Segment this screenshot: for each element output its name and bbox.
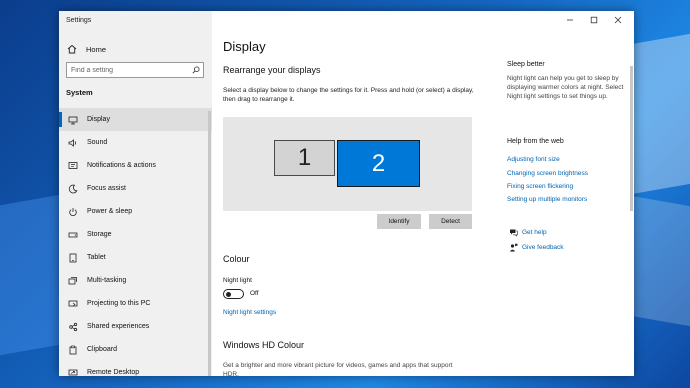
sidebar-item-label: Multi-tasking — [87, 277, 127, 284]
main-content: Display Rearrange your displays Select a… — [212, 11, 634, 376]
multitasking-icon — [67, 276, 79, 286]
search-icon[interactable] — [189, 66, 203, 74]
power-icon — [67, 207, 79, 217]
feedback-person-icon — [507, 243, 519, 252]
notifications-icon — [67, 161, 79, 171]
home-icon — [66, 44, 78, 54]
help-link-brightness[interactable]: Changing screen brightness — [507, 170, 588, 177]
sidebar-item-label: Sound — [87, 139, 108, 146]
night-light-toggle[interactable] — [223, 289, 244, 299]
sidebar-item-label: Shared experiences — [87, 323, 150, 330]
night-light-settings-link[interactable]: Night light settings — [223, 309, 276, 316]
sidebar-item-shared-experiences[interactable]: Shared experiences — [59, 315, 212, 338]
maximize-button[interactable] — [582, 13, 606, 27]
page-title: Display — [223, 39, 266, 54]
hd-colour-description: Get a brighter and more vibrant picture … — [223, 362, 453, 376]
help-link-font-size[interactable]: Adjusting font size — [507, 156, 560, 163]
sidebar-item-projecting[interactable]: Projecting to this PC — [59, 292, 212, 315]
sidebar-item-clipboard[interactable]: Clipboard — [59, 338, 212, 361]
remote-desktop-icon — [67, 368, 79, 377]
projector-icon — [67, 299, 79, 309]
display-icon — [67, 115, 79, 125]
colour-heading: Colour — [223, 254, 250, 264]
sidebar-item-tablet[interactable]: Tablet — [59, 246, 212, 269]
tablet-icon — [67, 253, 79, 263]
chat-help-icon — [507, 228, 519, 237]
help-link-multiple-monitors[interactable]: Setting up multiple monitors — [507, 196, 587, 203]
give-feedback-label: Give feedback — [522, 244, 564, 251]
sidebar-item-notifications[interactable]: Notifications & actions — [59, 154, 212, 177]
give-feedback-link[interactable]: Give feedback — [507, 243, 564, 252]
home-nav-item[interactable]: Home — [66, 42, 106, 56]
get-help-link[interactable]: Get help — [507, 228, 547, 237]
identify-button[interactable]: Identify — [377, 214, 421, 229]
search-input[interactable] — [67, 63, 189, 77]
moon-icon — [67, 184, 79, 194]
sidebar-item-sound[interactable]: Sound — [59, 131, 212, 154]
sidebar-item-label: Clipboard — [87, 346, 117, 353]
sidebar-item-label: Remote Desktop — [87, 369, 140, 376]
storage-icon — [67, 230, 79, 240]
desktop-wallpaper-beam — [0, 194, 60, 356]
settings-window: Settings Home System Display — [59, 11, 634, 376]
home-label: Home — [86, 44, 107, 54]
sleep-better-description: Night light can help you get to sleep by… — [507, 75, 624, 100]
shared-icon — [67, 322, 79, 332]
maximize-icon — [590, 16, 598, 24]
window-title: Settings — [66, 17, 92, 24]
sidebar-item-power-sleep[interactable]: Power & sleep — [59, 200, 212, 223]
display-arrangement-area: 1 2 — [223, 117, 472, 211]
sleep-better-heading: Sleep better — [507, 61, 545, 68]
sidebar-item-focus-assist[interactable]: Focus assist — [59, 177, 212, 200]
sidebar-item-label: Notifications & actions — [87, 162, 156, 169]
close-icon — [614, 16, 622, 24]
section-title: System — [66, 88, 93, 97]
sidebar-item-label: Display — [87, 116, 110, 123]
sidebar-item-label: Tablet — [87, 254, 106, 261]
minimize-icon — [567, 19, 573, 21]
monitor-2[interactable]: 2 — [337, 140, 420, 187]
sidebar-item-remote-desktop[interactable]: Remote Desktop — [59, 361, 212, 376]
window-controls — [558, 13, 630, 27]
get-help-label: Get help — [522, 229, 547, 236]
toggle-state-label: Off — [250, 290, 259, 297]
night-light-label: Night light — [223, 277, 252, 284]
sidebar-item-label: Focus assist — [87, 185, 126, 192]
rearrange-description: Select a display below to change the set… — [223, 87, 474, 103]
sidebar-item-label: Power & sleep — [87, 208, 133, 215]
detect-button[interactable]: Detect — [429, 214, 472, 229]
minimize-button[interactable] — [558, 13, 582, 27]
monitor-1[interactable]: 1 — [274, 140, 335, 176]
speaker-icon — [67, 138, 79, 148]
sidebar-item-display[interactable]: Display — [59, 108, 212, 131]
help-link-flickering[interactable]: Fixing screen flickering — [507, 183, 573, 190]
sidebar-nav: Display Sound Notifications & actions Fo… — [59, 108, 212, 376]
hd-colour-heading: Windows HD Colour — [223, 340, 305, 350]
main-scrollbar[interactable] — [630, 66, 633, 211]
search-box[interactable] — [66, 62, 204, 78]
help-heading: Help from the web — [507, 138, 564, 145]
sidebar-scrollbar[interactable] — [208, 111, 211, 376]
sidebar-item-label: Projecting to this PC — [87, 300, 151, 307]
close-button[interactable] — [606, 13, 630, 27]
rearrange-heading: Rearrange your displays — [223, 65, 321, 75]
sidebar-item-label: Storage — [87, 231, 112, 238]
sidebar-item-storage[interactable]: Storage — [59, 223, 212, 246]
clipboard-icon — [67, 345, 79, 355]
sidebar: Settings Home System Display — [59, 11, 212, 376]
sidebar-item-multi-tasking[interactable]: Multi-tasking — [59, 269, 212, 292]
